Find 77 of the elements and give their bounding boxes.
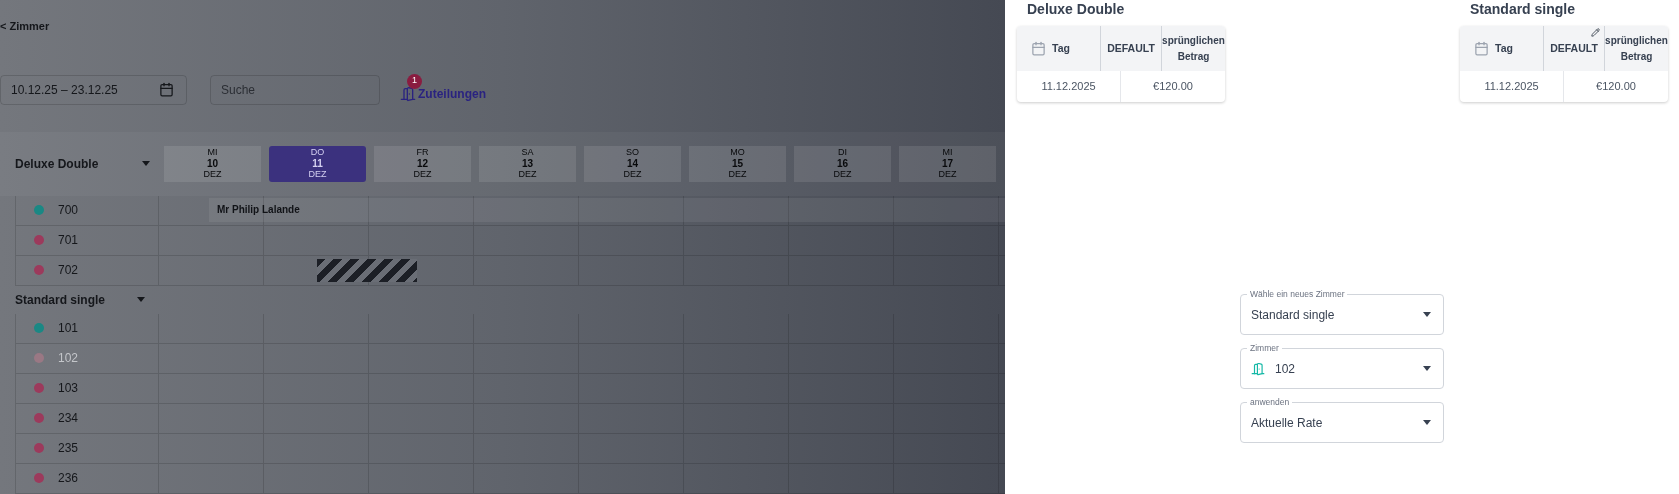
amount-cell-text: €120.00: [1595, 79, 1637, 95]
room-number[interactable]: 234: [58, 409, 79, 427]
room-number[interactable]: 235: [58, 439, 79, 457]
day-number: 17: [941, 158, 954, 169]
room-number[interactable]: 700: [58, 201, 79, 219]
column-header: DEFAULT: [1550, 40, 1598, 56]
door-icon: [1251, 361, 1265, 376]
count-badge: 1: [407, 73, 422, 89]
month: DEZ: [833, 169, 852, 180]
day-number: 13: [521, 158, 534, 169]
weekday: DO: [310, 147, 325, 158]
calendar-icon: [1474, 41, 1489, 56]
field-value: Aktuelle Rate: [1251, 414, 1323, 432]
caret-icon: [1423, 312, 1431, 317]
weekday: FR: [416, 147, 429, 158]
day-header[interactable]: SO 14 DEZ: [584, 145, 681, 182]
day-header[interactable]: DO 11 DEZ: [269, 145, 366, 182]
column-header: Tag: [1495, 40, 1513, 56]
room-type-title: Standard single: [1470, 0, 1577, 18]
field-label: Zimmer: [1247, 342, 1282, 354]
month: DEZ: [308, 169, 327, 180]
month: DEZ: [413, 169, 432, 180]
blocked-period[interactable]: [317, 258, 417, 282]
day-header[interactable]: DI 16 DEZ: [794, 145, 891, 182]
day-number: 11: [312, 158, 323, 169]
day-header[interactable]: SA 13 DEZ: [479, 145, 576, 182]
day-number: 14: [626, 158, 639, 169]
room-number[interactable]: 103: [58, 379, 79, 397]
caret-icon: [1423, 420, 1431, 425]
column-header: DEFAULT: [1107, 40, 1155, 56]
calendar-icon: [1031, 41, 1046, 56]
day-header[interactable]: MO 15 DEZ: [689, 145, 786, 182]
month: DEZ: [203, 169, 222, 180]
weekday: MO: [730, 147, 745, 158]
room-type-label[interactable]: Standard single: [15, 290, 106, 309]
day-number: 15: [731, 158, 744, 169]
weekday: SA: [521, 147, 534, 158]
month: DEZ: [728, 169, 747, 180]
month: DEZ: [518, 169, 537, 180]
date-range-field[interactable]: 10.12.25 – 23.12.25: [0, 74, 187, 105]
room-number[interactable]: 101: [58, 319, 79, 337]
column-header: sprünglichen Betrag: [1605, 33, 1668, 64]
edit-icon[interactable]: [1591, 28, 1600, 37]
caret-icon: [1423, 366, 1431, 371]
room-number[interactable]: 236: [58, 469, 79, 487]
field-value: 102: [1275, 360, 1296, 378]
weekday: SO: [626, 147, 639, 158]
room-number[interactable]: 701: [58, 231, 79, 249]
day-number: 12: [416, 158, 429, 169]
caret-icon: [137, 297, 145, 302]
column-header: sprünglichen Betrag: [1162, 33, 1225, 64]
weekday: DI: [838, 147, 847, 158]
back-link[interactable]: < Zimmer: [0, 0, 50, 35]
field-label: anwenden: [1247, 396, 1293, 408]
month: DEZ: [623, 169, 642, 180]
weekday: MI: [942, 147, 953, 158]
room-number[interactable]: 702: [58, 261, 79, 279]
caret-icon: [142, 161, 150, 166]
field-value: Standard single: [1251, 306, 1335, 324]
date-cell: 11.12.2025: [1017, 71, 1121, 102]
column-header: Tag: [1052, 40, 1070, 56]
room-type-label[interactable]: Deluxe Double: [15, 154, 99, 173]
day-header[interactable]: FR 12 DEZ: [374, 145, 471, 182]
door-icon: [400, 85, 416, 102]
date-range-value: 10.12.25 – 23.12.25: [11, 81, 118, 99]
day-number: 16: [836, 158, 849, 169]
amount-cell-text: €120.00: [1152, 79, 1194, 95]
calendar-icon: [159, 82, 174, 97]
day-number: 10: [206, 158, 219, 169]
room-type-title: Deluxe Double: [1027, 0, 1126, 18]
booking-bar[interactable]: Mr Philip Lalande: [209, 197, 1005, 222]
day-header[interactable]: MI 17 DEZ: [899, 145, 996, 182]
weekday: MI: [207, 147, 218, 158]
month: DEZ: [938, 169, 957, 180]
date-cell: 11.12.2025: [1460, 71, 1564, 102]
day-header[interactable]: MI 10 DEZ: [164, 145, 261, 182]
field-label: Wähle ein neues Zimmer: [1247, 288, 1348, 300]
